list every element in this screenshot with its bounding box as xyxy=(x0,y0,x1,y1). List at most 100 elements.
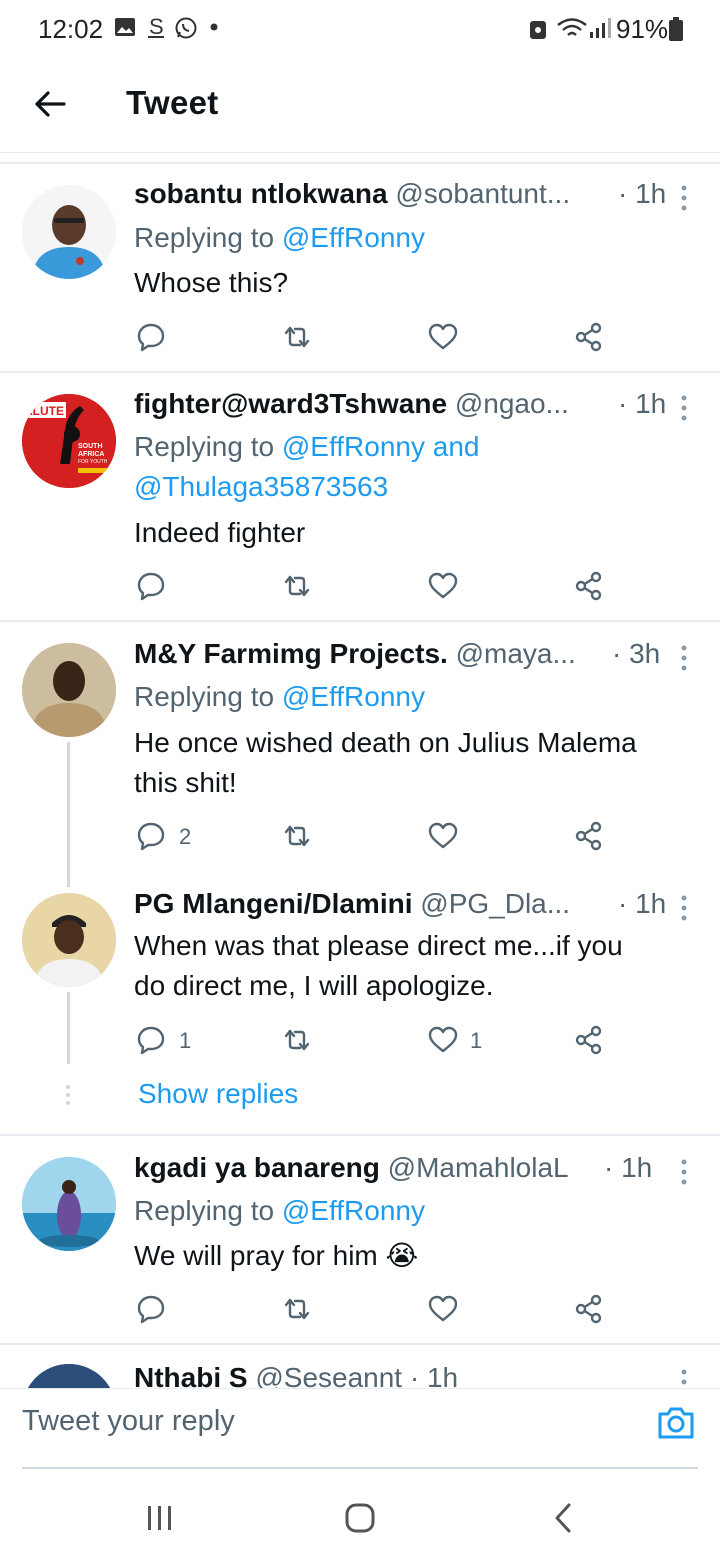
avatar-photo xyxy=(22,1157,116,1251)
avatar[interactable] xyxy=(22,185,116,279)
retweet-icon[interactable] xyxy=(282,821,312,851)
tweet-author-handle[interactable]: @maya... xyxy=(456,638,576,669)
replying-to: Replying to @EffRonny xyxy=(134,222,425,254)
signal-icon xyxy=(590,18,611,38)
tweet-text: Indeed fighter xyxy=(134,517,306,548)
avatar[interactable]: ALUTE SOUTH AFRICA FOR YOUTH xyxy=(22,394,116,488)
share-icon[interactable] xyxy=(574,821,604,851)
divider xyxy=(0,1134,720,1136)
header: Tweet xyxy=(0,60,720,153)
avatar-photo xyxy=(22,893,116,987)
tweet-author-name[interactable]: fighter@ward3Tshwane xyxy=(134,388,447,419)
tweet-text-line: When was that please direct me...if you xyxy=(134,930,623,961)
divider xyxy=(0,371,720,373)
replying-to: Replying to @EffRonny xyxy=(134,681,425,713)
like-icon[interactable] xyxy=(428,571,458,601)
avatar-photo xyxy=(22,643,116,737)
divider xyxy=(0,1343,720,1345)
more-icon[interactable] xyxy=(676,184,692,212)
mention-link[interactable]: @EffRonny xyxy=(282,1195,425,1226)
tweet-time: · 1h xyxy=(618,888,667,919)
retweet-icon[interactable] xyxy=(282,1025,312,1055)
tweet-author-name[interactable]: M&Y Farmimg Projects. xyxy=(134,638,448,669)
recents-icon[interactable] xyxy=(142,1500,178,1536)
more-icon[interactable] xyxy=(676,894,692,922)
tweet-text-line: do direct me, I will apologize. xyxy=(134,970,494,1001)
gallery-icon xyxy=(115,18,135,36)
tweet-text: We will pray for him 😭 xyxy=(134,1236,694,1276)
status-time: 12:02 xyxy=(38,14,104,44)
reply-icon[interactable] xyxy=(136,1294,166,1324)
avatar[interactable] xyxy=(22,643,116,737)
thread-dots-icon xyxy=(66,1085,70,1105)
wifi-icon xyxy=(557,18,587,36)
retweet-icon[interactable] xyxy=(282,322,312,352)
system-nav-bar xyxy=(0,1470,720,1560)
avatar[interactable] xyxy=(22,893,116,987)
reply-underline xyxy=(22,1467,698,1469)
like-icon[interactable] xyxy=(428,322,458,352)
show-replies-link[interactable]: Show replies xyxy=(138,1078,298,1110)
replying-to-prefix: Replying to xyxy=(134,222,275,253)
status-bar: 12:02 S 91% xyxy=(0,0,720,60)
tweet-author-name[interactable]: PG Mlangeni/Dlamini xyxy=(134,888,412,919)
tweet-text: Whose this? xyxy=(134,267,289,298)
mention-link[interactable]: @EffRonny xyxy=(282,681,425,712)
arrow-left-icon[interactable] xyxy=(30,84,70,124)
tweet-text-line: this shit! xyxy=(134,767,237,798)
mention-link[interactable]: @EffRonny and xyxy=(282,431,480,462)
tweet-text-line: He once wished death on Julius Malema xyxy=(134,727,637,758)
battery-icon xyxy=(669,17,683,41)
tweet-author-handle[interactable]: @MamahlolaL xyxy=(388,1152,569,1183)
reply-icon[interactable] xyxy=(136,1025,166,1055)
tweet-author-name[interactable]: kgadi ya banareng xyxy=(134,1152,380,1183)
reply-icon[interactable] xyxy=(136,322,166,352)
more-icon[interactable] xyxy=(676,644,692,672)
camera-icon[interactable] xyxy=(656,1403,696,1443)
tweet-author-handle[interactable]: @sobantunt... xyxy=(395,178,570,209)
reply-count: 2 xyxy=(179,824,192,849)
s-icon: S xyxy=(148,16,164,39)
retweet-icon[interactable] xyxy=(282,571,312,601)
mention-link[interactable]: @Thulaga35873563 xyxy=(134,471,388,502)
back-nav-icon[interactable] xyxy=(546,1500,582,1536)
like-icon[interactable] xyxy=(428,1025,458,1055)
whatsapp-icon xyxy=(175,17,197,39)
tweet-text: When was that please direct me...if you … xyxy=(134,926,694,1006)
reply-icon[interactable] xyxy=(136,571,166,601)
retweet-icon[interactable] xyxy=(282,1294,312,1324)
more-icon[interactable] xyxy=(676,394,692,422)
tweet-author-handle[interactable]: @PG_Dla... xyxy=(420,888,570,919)
tweet-text: He once wished death on Julius Malema th… xyxy=(134,723,694,803)
mention-link[interactable]: @EffRonny xyxy=(282,222,425,253)
replying-to: Replying to @EffRonny and xyxy=(134,431,479,463)
reply-count: 1 xyxy=(179,1028,192,1053)
share-icon[interactable] xyxy=(574,1294,604,1324)
like-icon[interactable] xyxy=(428,821,458,851)
lock-icon xyxy=(530,21,546,39)
tweet-author-handle[interactable]: @ngao... xyxy=(455,388,569,419)
home-icon[interactable] xyxy=(342,1500,378,1536)
share-icon[interactable] xyxy=(574,322,604,352)
page-title: Tweet xyxy=(126,84,219,121)
reply-input[interactable]: Tweet your reply xyxy=(22,1405,235,1438)
thread-line xyxy=(67,742,70,887)
avatar-photo xyxy=(22,185,116,279)
reply-icon[interactable] xyxy=(136,821,166,851)
tweet-time: · 1h xyxy=(604,1152,653,1183)
avatar[interactable] xyxy=(22,1157,116,1251)
share-icon[interactable] xyxy=(574,571,604,601)
tweet-author-name[interactable]: sobantu ntlokwana xyxy=(134,178,388,209)
avatar-text: SOUTH xyxy=(78,443,103,450)
tweet-text-line: We will pray for him xyxy=(134,1240,378,1271)
replying-to-prefix: Replying to xyxy=(134,1195,275,1226)
share-icon[interactable] xyxy=(574,1025,604,1055)
tweet-time: · 1h xyxy=(618,388,667,419)
like-icon[interactable] xyxy=(428,1294,458,1324)
avatar-text: FOR YOUTH xyxy=(78,459,108,465)
tweet-time: · 3h xyxy=(612,638,661,669)
avatar-photo: ALUTE SOUTH AFRICA FOR YOUTH xyxy=(22,394,116,488)
more-icon[interactable] xyxy=(676,1158,692,1186)
replying-to: Replying to @EffRonny xyxy=(134,1195,425,1227)
crying-emoji: 😭 xyxy=(385,1240,419,1271)
